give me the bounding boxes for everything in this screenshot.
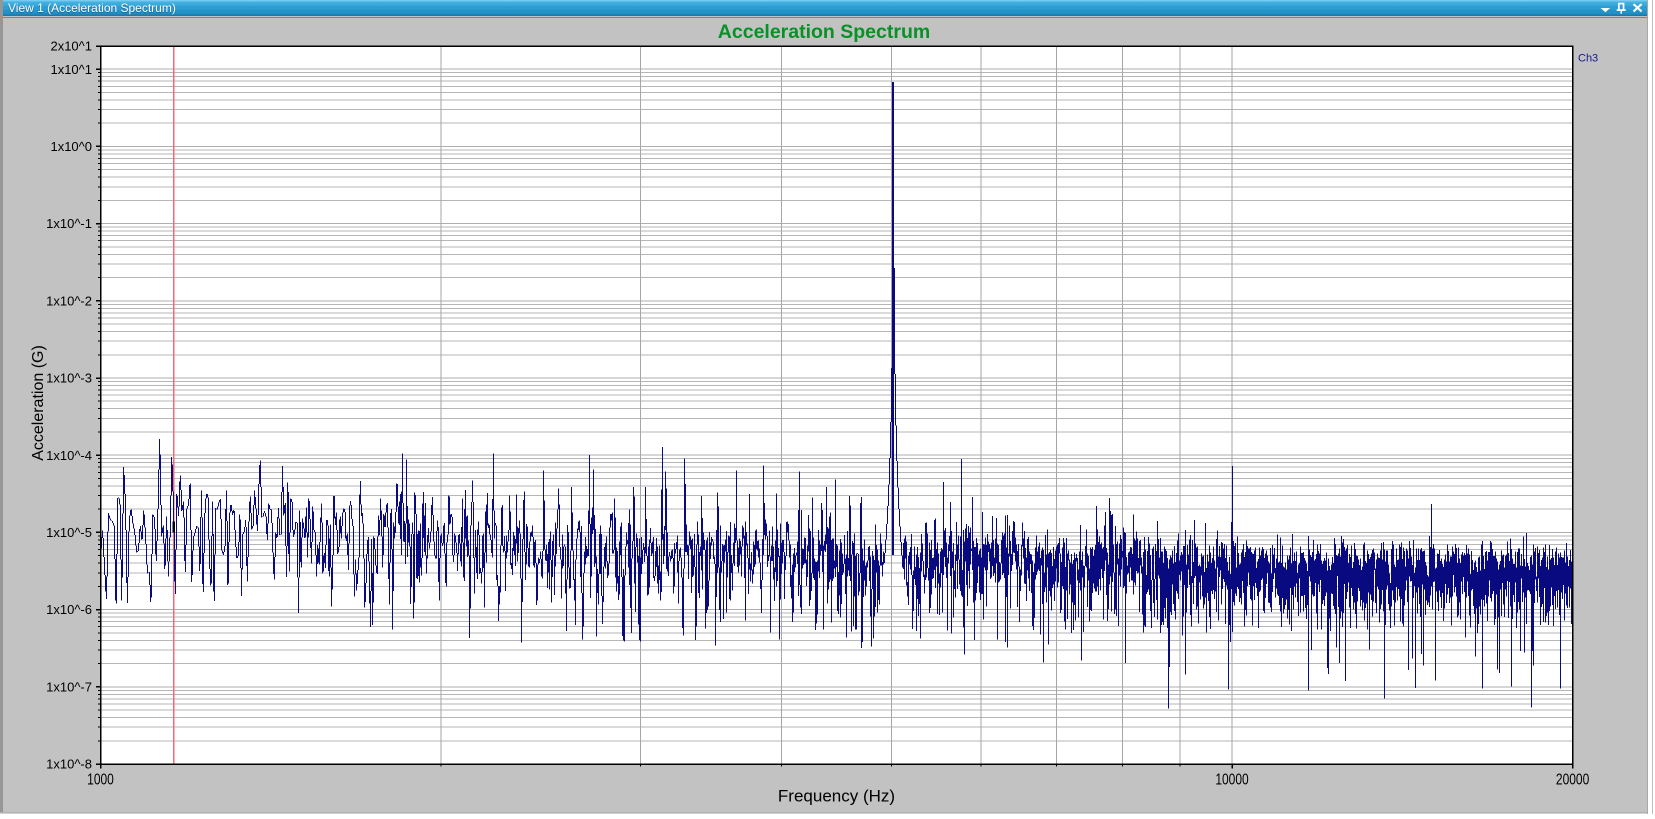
svg-text:Acceleration (G): Acceleration (G) bbox=[30, 345, 47, 461]
svg-text:Ch3: Ch3 bbox=[1578, 53, 1598, 65]
svg-text:1x10^1: 1x10^1 bbox=[50, 62, 92, 77]
svg-text:1x10^-4: 1x10^-4 bbox=[46, 448, 92, 463]
svg-text:1000: 1000 bbox=[87, 770, 114, 788]
svg-text:20000: 20000 bbox=[1556, 770, 1589, 788]
svg-text:Frequency (Hz): Frequency (Hz) bbox=[778, 787, 895, 806]
svg-text:1x10^-3: 1x10^-3 bbox=[46, 371, 92, 386]
svg-text:Acceleration Spectrum: Acceleration Spectrum bbox=[718, 21, 930, 43]
svg-text:1x10^-6: 1x10^-6 bbox=[46, 602, 92, 617]
svg-text:1x10^-5: 1x10^-5 bbox=[46, 525, 92, 540]
svg-text:10000: 10000 bbox=[1215, 770, 1248, 788]
svg-text:2x10^1: 2x10^1 bbox=[50, 39, 92, 54]
svg-text:1x10^0: 1x10^0 bbox=[50, 139, 92, 154]
svg-text:1x10^-7: 1x10^-7 bbox=[46, 679, 92, 694]
svg-text:1x10^-2: 1x10^-2 bbox=[46, 293, 92, 308]
svg-text:1x10^-8: 1x10^-8 bbox=[46, 757, 92, 772]
svg-text:1x10^-1: 1x10^-1 bbox=[46, 216, 92, 231]
